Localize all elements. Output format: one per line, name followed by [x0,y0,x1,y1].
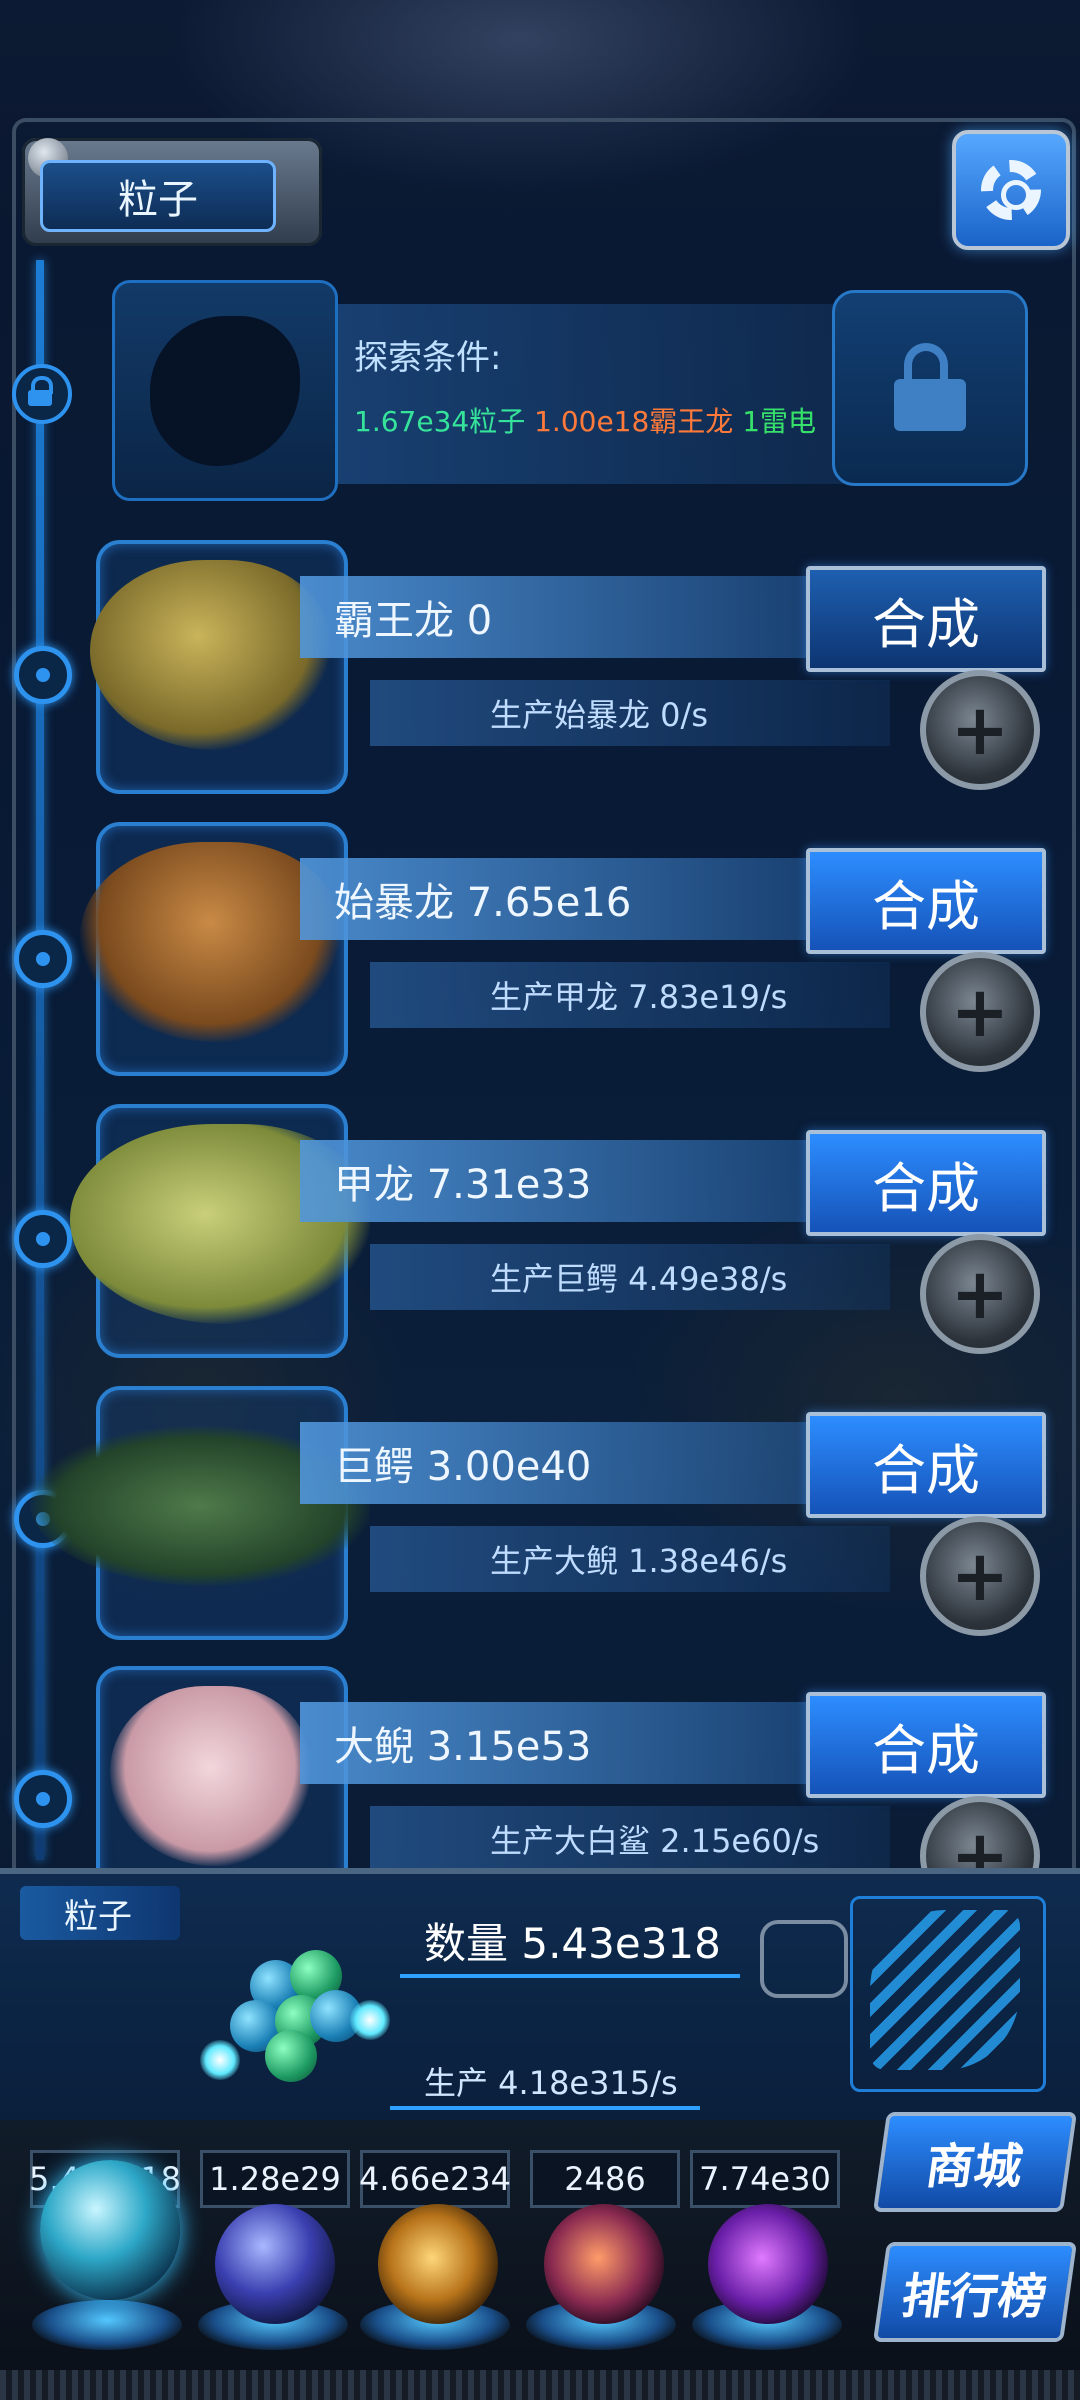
particle-cluster-icon [200,1950,390,2090]
creature-production: 生产大白鲨 2.15e60/s [370,1806,890,1872]
particle-production: 生产 4.18e315/s [424,2064,678,2102]
page-title: 粒子 [40,160,276,232]
production-line [390,2106,700,2110]
particle-quantity: 数量 5.43e318 [424,1919,721,1968]
dragon-silhouette-icon [150,315,300,466]
creature-row-ankylosaur: 甲龙 7.31e33 生产巨鳄 4.49e38/s 合成 + [70,1104,1060,1364]
particle-orb-button[interactable] [40,2160,180,2300]
bottom-grille [0,2370,1080,2400]
explore-section: 探索条件: 1.67e34粒子 1.00e18霸王龙 1雷电 [112,280,1032,501]
rail-node [14,930,72,988]
rail-node [14,646,72,704]
combine-button[interactable]: 合成 [806,848,1046,954]
lock-icon [890,343,970,433]
settings-button[interactable] [952,130,1070,250]
combine-button[interactable]: 合成 [806,1130,1046,1236]
particle-glow [200,2040,240,2080]
cost-thunder: 1雷电 [742,405,817,438]
vortex-orb-button[interactable] [708,2204,828,2324]
plus-button[interactable]: + [920,1234,1040,1354]
particle-ball [265,2030,317,2082]
cost-trex: 1.00e18霸王龙 [534,405,734,438]
creature-row-trex: 霸王龙 0 生产始暴龙 0/s 合成 + [70,540,1060,800]
plus-button[interactable]: + [920,670,1040,790]
creature-production: 生产甲龙 7.83e19/s [370,962,890,1028]
creature-production: 生产大鲵 1.38e46/s [370,1526,890,1592]
plus-button[interactable]: + [920,1516,1040,1636]
leaderboard-button[interactable]: 排行榜 [872,2242,1078,2342]
combine-button[interactable]: 合成 [806,1692,1046,1798]
creature-name: 始暴龙 7.65e16 [300,858,820,940]
progress-rail [36,260,44,1860]
explore-lock-button[interactable] [832,290,1028,486]
fire-orb-button[interactable] [378,2204,498,2324]
combine-button[interactable]: 合成 [806,566,1046,672]
creature-name: 大鲵 3.15e53 [300,1702,820,1784]
creature-name: 巨鳄 3.00e40 [300,1422,820,1504]
creature-production: 生产巨鳄 4.49e38/s [370,1244,890,1310]
particle-glow [350,2000,390,2040]
creature-production: 生产始暴龙 0/s [370,680,890,746]
rail-lock-icon [12,364,72,424]
locked-creature-silhouette [112,280,338,501]
combine-button[interactable]: 合成 [806,1412,1046,1518]
rail-node [14,1210,72,1268]
creature-row-tyrannosaur: 始暴龙 7.65e16 生产甲龙 7.83e19/s 合成 + [70,822,1060,1082]
shop-button[interactable]: 商城 [872,2112,1078,2212]
explore-label: 探索条件: [354,338,502,378]
rail-node [14,1770,72,1828]
cost-particle: 1.67e34粒子 [354,405,526,438]
creature-name: 霸王龙 0 [300,576,820,658]
brain-orb-button[interactable] [544,2204,664,2324]
resource-count-fire: 4.66e234 [359,2150,511,2208]
gear-icon [981,160,1041,220]
resource-count-brain: 2486 [530,2150,680,2208]
resource-count-thunder: 1.28e29 [200,2150,350,2208]
molecule-icon [760,1920,848,1998]
explore-cost: 1.67e34粒子 1.00e18霸王龙 1雷电 [354,400,816,440]
creature-row-crocodile: 巨鳄 3.00e40 生产大鲵 1.38e46/s 合成 + [30,1386,1060,1646]
quantity-line [400,1974,740,1978]
plus-button[interactable]: + [920,952,1040,1072]
creature-name: 甲龙 7.31e33 [300,1140,820,1222]
thunder-orb-button[interactable] [215,2204,335,2324]
pedestal [32,2300,182,2350]
particle-tab: 粒子 [20,1886,180,1940]
dna-icon [870,1910,1020,2070]
resource-count-vortex: 7.74e30 [690,2150,840,2208]
